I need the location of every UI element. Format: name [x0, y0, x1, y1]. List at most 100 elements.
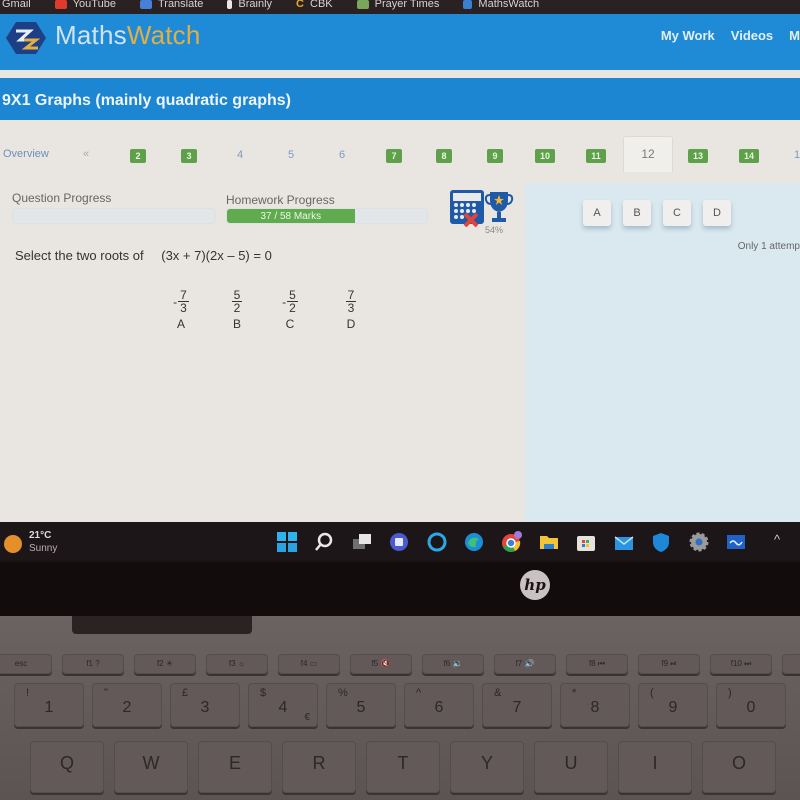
sun-icon[interactable] [4, 535, 22, 553]
key-e: E [198, 741, 272, 793]
key-label: 9 [668, 699, 678, 716]
bookmark-youtube[interactable]: YouTube [54, 0, 116, 10]
key-label: T [397, 753, 409, 773]
key-fn-4: f4 ▭ [278, 654, 340, 674]
bookmark-gmail[interactable]: Gmail [2, 0, 31, 10]
bookmark-label: CBK [310, 0, 333, 10]
question-tab-10[interactable]: 10 [535, 149, 555, 163]
windows-taskbar: 21°C Sunny ^ [0, 522, 800, 560]
question-tab-13[interactable]: 13 [688, 149, 708, 163]
denominator: 3 [180, 301, 187, 315]
mathswatch-icon [463, 0, 473, 9]
answer-button-c[interactable]: C [663, 200, 691, 226]
choice-sign: - [173, 294, 178, 309]
chrome-icon[interactable] [500, 531, 522, 553]
brand-watch: Watch [126, 20, 201, 50]
question-tab-6[interactable]: 6 [339, 149, 345, 161]
question-equation: (3x + 7)(2x – 5) = 0 [161, 248, 272, 263]
question-tab-5[interactable]: 5 [288, 149, 294, 161]
key-symbol-alt: € [304, 712, 310, 723]
question-tab-4[interactable]: 4 [237, 149, 243, 161]
question-tab-7[interactable]: 7 [386, 149, 402, 163]
key-i: I [618, 741, 692, 793]
store-icon[interactable] [575, 531, 597, 553]
key-label: O [731, 753, 746, 773]
key-fn-7: f7 🔊 [494, 654, 556, 674]
key-fn-10: f10 ⏭ [710, 654, 772, 674]
question-tab-2[interactable]: 2 [130, 149, 146, 163]
question-tab-14[interactable]: 14 [739, 149, 759, 163]
laptop-screen: Gmail YouTube Translate Brainly C CBK Pra… [0, 0, 800, 560]
bookmark-label: Translate [157, 0, 204, 10]
cbk-icon: C [296, 0, 304, 10]
bookmark-label: Gmail [2, 0, 31, 10]
key-symbol: * [572, 687, 577, 699]
key-symbol: ) [728, 687, 732, 699]
key-symbol: $ [260, 687, 267, 699]
key-label: 5 [356, 699, 366, 716]
weather-temperature[interactable]: 21°C [29, 530, 51, 541]
windows-start-icon[interactable] [276, 531, 298, 553]
bookmark-label: Prayer Times [374, 0, 440, 10]
key-5: 5% [326, 683, 396, 727]
edge-icon[interactable] [463, 531, 485, 553]
answer-button-d[interactable]: D [703, 200, 731, 226]
bookmark-prayer-times[interactable]: Prayer Times [356, 0, 440, 10]
key-symbol: ^ [416, 687, 422, 699]
whiteboard-icon[interactable] [725, 531, 747, 553]
bookmark-brainly[interactable]: Brainly [227, 0, 272, 10]
nav-links: My Work Videos M [661, 28, 800, 43]
key-label: U [564, 753, 578, 773]
answer-button-b[interactable]: B [623, 200, 651, 226]
key-label: E [228, 753, 241, 773]
choice-c: -52 C [275, 289, 305, 331]
mail-icon[interactable] [613, 531, 635, 553]
teams-icon[interactable] [388, 531, 410, 553]
mathswatch-logo-icon[interactable] [6, 20, 46, 56]
bookmark-label: Brainly [238, 0, 273, 10]
choice-fraction: 73 [178, 289, 189, 314]
question-tab-8[interactable]: 8 [436, 149, 452, 163]
answer-button-a[interactable]: A [583, 200, 611, 226]
bookmark-cbk[interactable]: C CBK [296, 0, 333, 10]
search-icon[interactable] [313, 531, 335, 553]
question-tab-11[interactable]: 11 [586, 149, 606, 163]
key-fn-2: f2 ☀ [134, 654, 196, 674]
tray-chevron-up-icon[interactable]: ^ [774, 532, 780, 547]
question-tab-next[interactable]: 1 [794, 149, 800, 161]
weather-condition[interactable]: Sunny [29, 543, 57, 554]
denominator: 2 [289, 301, 296, 315]
choice-sign: - [282, 294, 287, 309]
question-tab-3[interactable]: 3 [181, 149, 197, 163]
prev-page-link[interactable]: « [83, 148, 89, 160]
laptop-bezel [0, 562, 800, 616]
settings-icon[interactable] [688, 531, 710, 553]
bookmark-translate[interactable]: Translate [139, 0, 204, 10]
homework-progress-bar: 37 / 58 Marks [226, 208, 428, 224]
cortana-icon[interactable] [426, 531, 448, 553]
key-label: I [652, 753, 658, 773]
file-explorer-icon[interactable] [538, 531, 560, 553]
key-label: 8 [590, 699, 600, 716]
brainly-icon [227, 0, 233, 9]
security-icon[interactable] [650, 531, 672, 553]
overview-link[interactable]: Overview [3, 148, 49, 160]
nav-more[interactable]: M [789, 28, 800, 43]
key-3: 3 £ [170, 683, 240, 727]
nav-videos[interactable]: Videos [731, 28, 773, 43]
nav-my-work[interactable]: My Work [661, 28, 715, 43]
choice-letter: D [346, 317, 356, 331]
bookmark-label: YouTube [72, 0, 116, 10]
choice-letter: A [176, 317, 185, 331]
key-symbol: ! [26, 687, 30, 699]
translate-icon [139, 0, 152, 9]
key-9: 9( [638, 683, 708, 727]
key-label: 0 [746, 699, 756, 716]
key-symbol: £ [182, 687, 189, 699]
hp-logo: hp [520, 570, 550, 600]
bookmark-mathswatch[interactable]: MathsWatch [463, 0, 539, 10]
key-label: 2 [122, 699, 132, 716]
question-tab-9[interactable]: 9 [487, 149, 503, 163]
homework-progress-label: Homework Progress [226, 193, 335, 207]
task-view-icon[interactable] [351, 531, 373, 553]
